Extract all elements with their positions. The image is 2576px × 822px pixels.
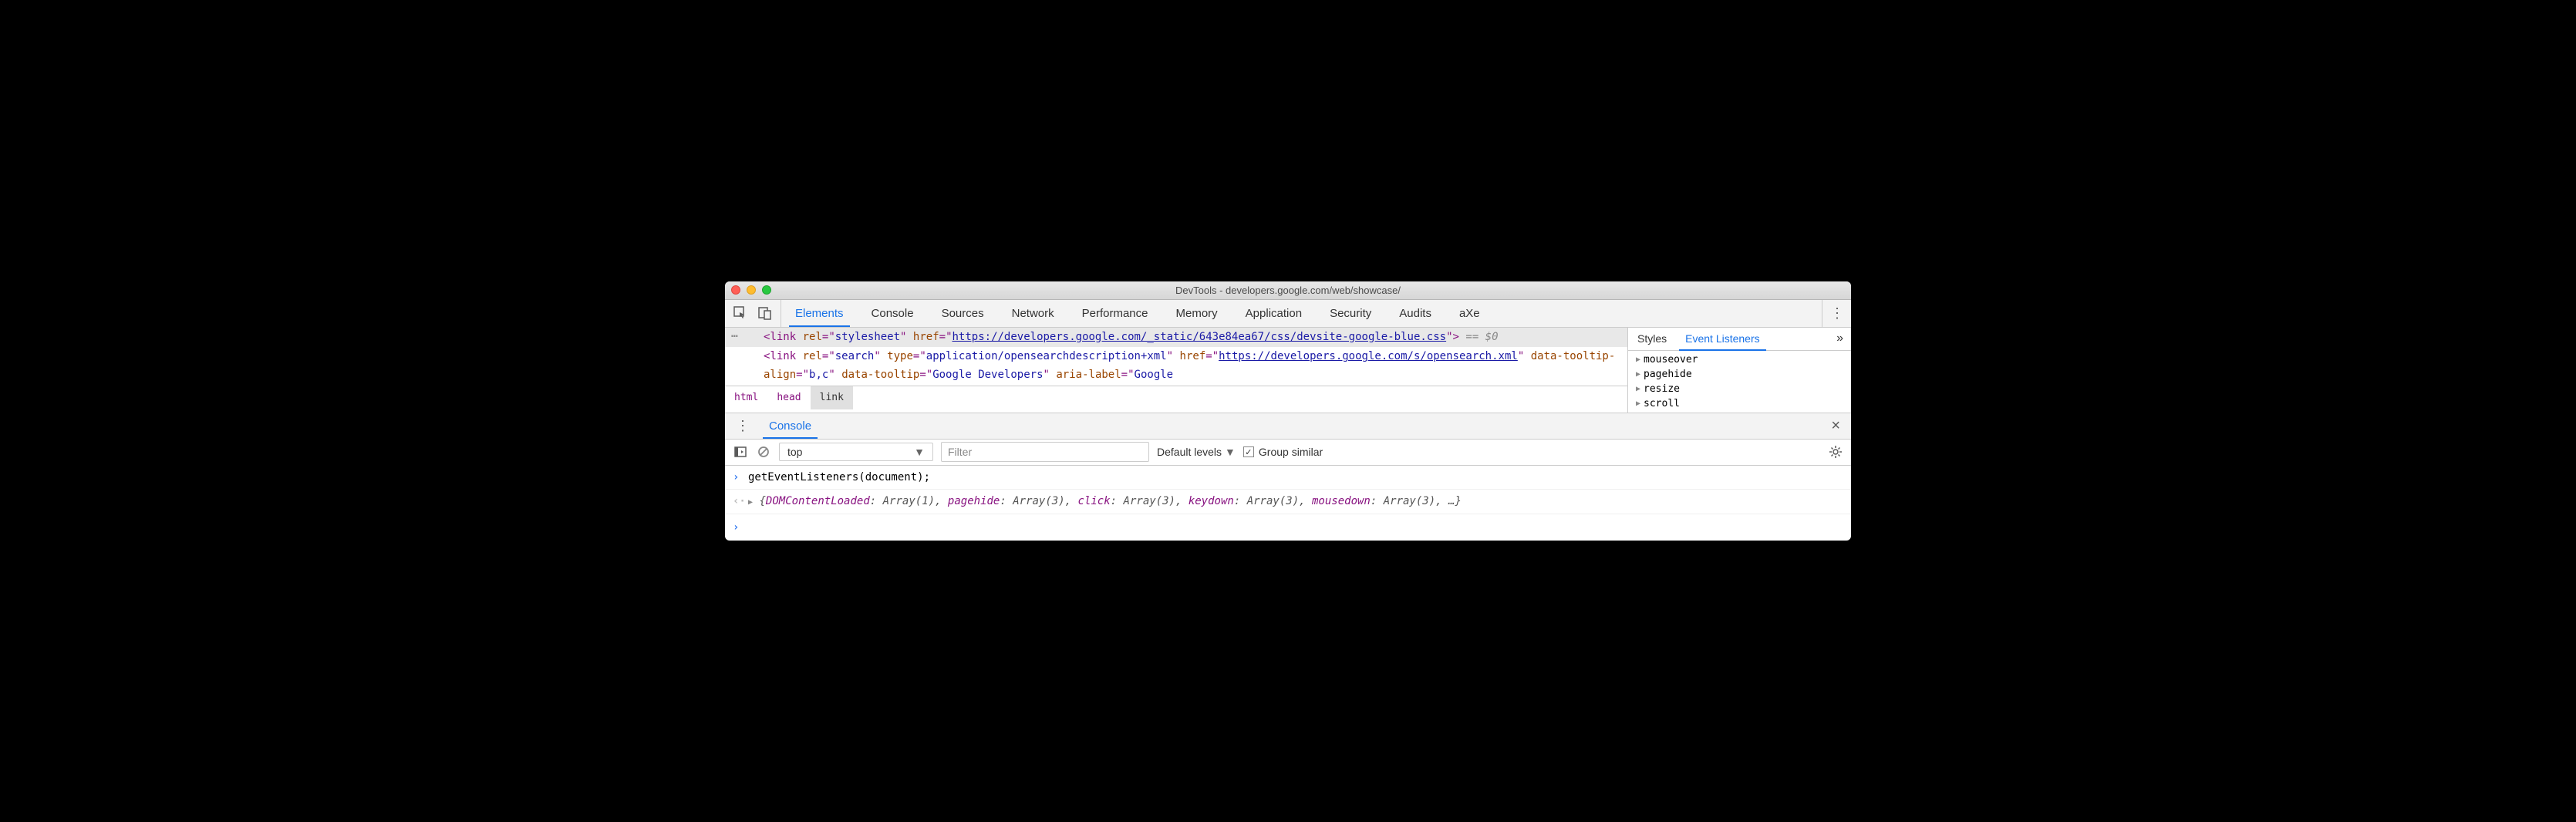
chevron-down-icon: ▼	[1225, 446, 1236, 458]
elements-split: ⋯ <link rel="stylesheet" href="https://d…	[725, 328, 1851, 413]
side-tab-event-listeners[interactable]: Event Listeners	[1676, 328, 1769, 350]
input-chevron-icon: ›	[733, 467, 748, 488]
listener-mouseover[interactable]: ▶mouseover	[1628, 352, 1851, 367]
inspect-element-icon[interactable]	[733, 305, 748, 321]
expand-triangle-icon: ▶	[1636, 355, 1640, 364]
console-filter-input[interactable]: Filter	[941, 442, 1149, 462]
expand-triangle-icon: ▶	[1636, 370, 1640, 379]
styles-pane: StylesEvent Listeners » ▶mouseover▶pagehi…	[1627, 328, 1851, 413]
clear-console-icon[interactable]	[756, 444, 771, 460]
expand-triangle-icon[interactable]: ▶	[748, 498, 753, 507]
main-toolbar: ElementsConsoleSourcesNetworkPerformance…	[725, 300, 1851, 328]
drawer-tab-console[interactable]: Console	[760, 413, 821, 439]
tab-sources[interactable]: Sources	[928, 300, 998, 327]
elements-panel: ⋯ <link rel="stylesheet" href="https://d…	[725, 328, 1627, 413]
device-toggle-icon[interactable]	[757, 305, 773, 321]
side-tabs: StylesEvent Listeners »	[1628, 328, 1851, 351]
levels-label: Default levels	[1157, 446, 1222, 458]
drawer-header: ⋮ Console ×	[725, 413, 1851, 440]
console-output[interactable]: › getEventListeners(document); ‹· ▶ {DOM…	[725, 466, 1851, 541]
expand-triangle-icon: ▶	[1636, 399, 1640, 408]
devtools-window: DevTools - developers.google.com/web/sho…	[725, 281, 1851, 541]
tab-elements[interactable]: Elements	[781, 300, 858, 327]
console-sidebar-toggle-icon[interactable]	[733, 444, 748, 460]
more-options-icon[interactable]: ⋮	[1830, 305, 1843, 322]
console-prompt[interactable]: ›	[725, 514, 1851, 541]
toolbar-icons-left	[725, 300, 781, 327]
panel-tabs: ElementsConsoleSourcesNetworkPerformance…	[781, 300, 1494, 327]
console-settings-icon[interactable]	[1828, 444, 1843, 460]
drawer-close-icon[interactable]: ×	[1820, 417, 1851, 435]
console-drawer: ⋮ Console × top ▼ Filter Default levels …	[725, 413, 1851, 541]
expand-triangle-icon: ▶	[1636, 385, 1640, 393]
dom-node-selected[interactable]: <link rel="stylesheet" href="https://dev…	[725, 328, 1627, 348]
context-value: top	[787, 446, 802, 458]
expand-dots-icon[interactable]: ⋯	[731, 328, 737, 346]
listener-pagehide[interactable]: ▶pagehide	[1628, 367, 1851, 382]
toolbar-right: ⋮	[1822, 300, 1851, 327]
breadcrumb-link[interactable]: link	[811, 386, 853, 409]
dom-node[interactable]: <link rel="search" type="application/ope…	[725, 347, 1627, 386]
listener-scroll[interactable]: ▶scroll	[1628, 396, 1851, 411]
console-output-object[interactable]: ▶ {DOMContentLoaded: Array(1), pagehide:…	[748, 491, 1843, 512]
tab-audits[interactable]: Audits	[1385, 300, 1445, 327]
group-similar-checkbox[interactable]: ✓ Group similar	[1243, 446, 1323, 458]
tab-memory[interactable]: Memory	[1162, 300, 1232, 327]
tab-application[interactable]: Application	[1232, 300, 1316, 327]
breadcrumb-html[interactable]: html	[725, 386, 767, 409]
console-input-text: getEventListeners(document);	[748, 467, 1843, 488]
event-listener-list: ▶mouseover▶pagehide▶resize▶scroll	[1628, 351, 1851, 413]
tab-security[interactable]: Security	[1316, 300, 1385, 327]
tab-performance[interactable]: Performance	[1068, 300, 1162, 327]
console-toolbar: top ▼ Filter Default levels ▼ ✓ Group si…	[725, 440, 1851, 466]
side-tab-styles[interactable]: Styles	[1628, 328, 1676, 350]
listener-resize[interactable]: ▶resize	[1628, 382, 1851, 396]
output-chevron-icon: ‹·	[733, 491, 748, 512]
breadcrumb: htmlheadlink	[725, 386, 1627, 409]
group-similar-label: Group similar	[1259, 446, 1323, 458]
tab-console[interactable]: Console	[858, 300, 928, 327]
breadcrumb-head[interactable]: head	[767, 386, 810, 409]
window-title: DevTools - developers.google.com/web/sho…	[725, 285, 1851, 296]
context-selector[interactable]: top ▼	[779, 443, 933, 461]
tab-network[interactable]: Network	[998, 300, 1068, 327]
dom-tree[interactable]: ⋯ <link rel="stylesheet" href="https://d…	[725, 328, 1627, 386]
side-more-icon[interactable]: »	[1829, 332, 1851, 345]
chevron-down-icon: ▼	[914, 446, 925, 458]
titlebar: DevTools - developers.google.com/web/sho…	[725, 281, 1851, 300]
log-levels-selector[interactable]: Default levels ▼	[1157, 446, 1236, 458]
drawer-menu-icon[interactable]: ⋮	[725, 418, 760, 434]
console-output-line: ‹· ▶ {DOMContentLoaded: Array(1), pagehi…	[725, 490, 1851, 514]
tab-axe[interactable]: aXe	[1445, 300, 1494, 327]
console-input-line: › getEventListeners(document);	[725, 466, 1851, 490]
checkbox-icon: ✓	[1243, 446, 1254, 457]
